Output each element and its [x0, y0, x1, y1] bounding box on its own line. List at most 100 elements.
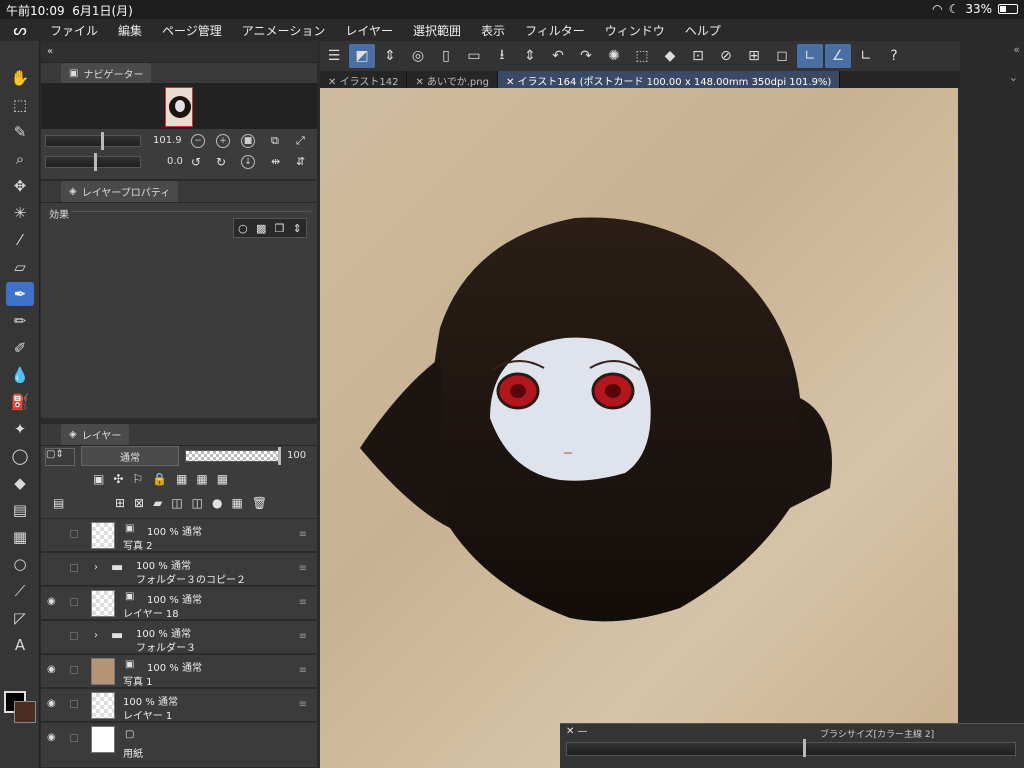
- rotate-left-icon[interactable]: ↺: [191, 155, 201, 169]
- zoom-out-icon[interactable]: −: [191, 134, 205, 148]
- layer-color-select[interactable]: ▢⇕: [45, 448, 75, 466]
- layer-drag-handle[interactable]: ≡: [299, 631, 307, 642]
- expand-chevron-icon[interactable]: ›: [94, 562, 98, 573]
- fit-icon[interactable]: ■: [241, 134, 255, 148]
- doc-tab[interactable]: ✕ イラスト142: [320, 71, 408, 88]
- crop-icon[interactable]: ⊞: [741, 44, 767, 68]
- menu-edit[interactable]: 編集: [108, 22, 152, 39]
- doc-tab-active[interactable]: ✕ イラスト164 (ポストカード 100.00 x 148.00mm 350d…: [497, 71, 841, 88]
- invert-icon[interactable]: ◻: [769, 44, 795, 68]
- layer-row[interactable]: › ▬ 100 % 通常 フォルダー３のコピー２ ≡: [41, 553, 317, 586]
- text-icon[interactable]: A: [6, 633, 34, 657]
- actual-size-icon[interactable]: ⧉: [271, 134, 279, 148]
- layer-drag-handle[interactable]: ≡: [299, 699, 307, 710]
- border-effect-icon[interactable]: ○: [238, 222, 248, 235]
- undo-icon[interactable]: ↶: [545, 44, 571, 68]
- clear-icon[interactable]: ⬚: [629, 44, 655, 68]
- lock-toggle[interactable]: [70, 666, 78, 674]
- menu-layer[interactable]: レイヤー: [335, 22, 403, 39]
- layer-palette-icon[interactable]: ▤: [53, 496, 64, 510]
- ellipse-icon[interactable]: ○: [6, 552, 34, 576]
- airbrush-icon[interactable]: ⛽: [6, 390, 34, 414]
- pen-icon[interactable]: ✒: [6, 282, 34, 306]
- help-icon[interactable]: ?: [881, 44, 907, 68]
- move-icon[interactable]: ✥: [6, 174, 34, 198]
- lock-toggle[interactable]: [70, 564, 78, 572]
- transform-icon[interactable]: ⊡: [685, 44, 711, 68]
- menu-view[interactable]: 表示: [471, 22, 515, 39]
- rotate-right-icon[interactable]: ↻: [216, 155, 226, 169]
- opacity-slider[interactable]: [185, 447, 281, 465]
- lock-toggle[interactable]: [70, 700, 78, 708]
- flip-horizontal-icon[interactable]: ⇹: [271, 155, 280, 168]
- menu-help[interactable]: ヘルプ: [675, 22, 731, 39]
- zoom-slider[interactable]: [45, 132, 141, 150]
- chevron-updown-icon[interactable]: ⇕: [517, 44, 543, 68]
- hand-icon[interactable]: ✋: [6, 66, 34, 90]
- lock-toggle[interactable]: [70, 632, 78, 640]
- layer-action-icons[interactable]: ⊞⊠▰◫◫●▦🗑: [115, 496, 276, 510]
- snap-ruler-icon[interactable]: ∟: [797, 44, 823, 68]
- eye-icon[interactable]: ◉: [47, 596, 59, 607]
- pencil-icon[interactable]: ✏: [6, 309, 34, 333]
- expand-chevron-icon[interactable]: ›: [94, 630, 98, 641]
- loading-icon[interactable]: ✺: [601, 44, 627, 68]
- object-select-icon[interactable]: ⬚: [6, 93, 34, 117]
- balloon-icon[interactable]: ◸: [6, 606, 34, 630]
- menu-icon[interactable]: ☰: [321, 44, 347, 68]
- menu-page[interactable]: ページ管理: [152, 22, 232, 39]
- menu-window[interactable]: ウィンドウ: [595, 22, 675, 39]
- menu-filter[interactable]: フィルター: [515, 22, 595, 39]
- lock-toggle[interactable]: [70, 530, 78, 538]
- app-badge-icon[interactable]: ◎: [405, 44, 431, 68]
- canvas[interactable]: [320, 88, 958, 768]
- snap-special-icon[interactable]: ∠: [825, 44, 851, 68]
- navigator-preview[interactable]: [41, 83, 317, 129]
- new-file-icon[interactable]: ▯: [433, 44, 459, 68]
- layer-row[interactable]: ◉ 100 % 通常 レイヤー 1 ≡: [41, 689, 317, 722]
- ruler-icon[interactable]: ⟋: [6, 579, 34, 603]
- select-layer-icon[interactable]: ◩: [349, 44, 375, 68]
- lock-toggle[interactable]: [70, 598, 78, 606]
- eraser-icon[interactable]: ▱: [6, 255, 34, 279]
- fill-selection-icon[interactable]: ◆: [657, 44, 683, 68]
- brush-size-slider[interactable]: [566, 739, 1016, 757]
- zoom-in-icon[interactable]: +: [216, 134, 230, 148]
- layer-drag-handle[interactable]: ≡: [299, 597, 307, 608]
- effect-dropdown-icon[interactable]: ⇕: [293, 222, 302, 235]
- app-logo-icon[interactable]: ᔕ: [0, 21, 40, 39]
- zoom-icon[interactable]: ⌕: [6, 147, 34, 171]
- layer-row[interactable]: ▣ 100 % 通常 写真 2 ≡: [41, 519, 317, 552]
- layer-row[interactable]: ◉ ▢ 用紙: [41, 723, 317, 768]
- decoration-icon[interactable]: ✦: [6, 417, 34, 441]
- rotate-slider[interactable]: [45, 153, 141, 171]
- collapse-icon[interactable]: «: [47, 46, 53, 57]
- fill-icon[interactable]: ◆: [6, 471, 34, 495]
- fit-window-icon[interactable]: ⤢: [296, 134, 305, 148]
- close-icon[interactable]: ✕ —: [566, 726, 588, 737]
- open-folder-icon[interactable]: ▭: [461, 44, 487, 68]
- collapse-right-icon[interactable]: «: [1013, 43, 1020, 56]
- effect-buttons[interactable]: ○ ▩ ❐ ⇕: [233, 218, 307, 238]
- flip-vertical-icon[interactable]: ⇵: [296, 155, 305, 168]
- blend-icon[interactable]: 💧: [6, 363, 34, 387]
- eyedropper-icon[interactable]: ⁄: [6, 228, 34, 252]
- doc-tab[interactable]: ✕ あいでか.png: [407, 71, 498, 88]
- frame-icon[interactable]: ▦: [6, 525, 34, 549]
- brush-icon[interactable]: ✐: [6, 336, 34, 360]
- layer-lock-icons[interactable]: ▣✣⚐🔒▦▦▦: [93, 472, 237, 486]
- lock-toggle[interactable]: [70, 734, 78, 742]
- eye-icon[interactable]: ◉: [47, 732, 59, 743]
- auto-select-icon[interactable]: ✳: [6, 201, 34, 225]
- layer-drag-handle[interactable]: ≡: [299, 665, 307, 676]
- deselect-icon[interactable]: ⊘: [713, 44, 739, 68]
- chevron-down-icon[interactable]: ⌄: [1009, 71, 1018, 84]
- layer-drag-handle[interactable]: ≡: [299, 563, 307, 574]
- save-icon[interactable]: ⭳: [489, 44, 515, 68]
- layer-drag-handle[interactable]: ≡: [299, 529, 307, 540]
- menu-selection[interactable]: 選択範囲: [403, 22, 471, 39]
- redo-icon[interactable]: ↷: [573, 44, 599, 68]
- layer-color-icon[interactable]: ❐: [275, 222, 285, 235]
- figure-icon[interactable]: ◯: [6, 444, 34, 468]
- snap-grid-icon[interactable]: ∟: [853, 44, 879, 68]
